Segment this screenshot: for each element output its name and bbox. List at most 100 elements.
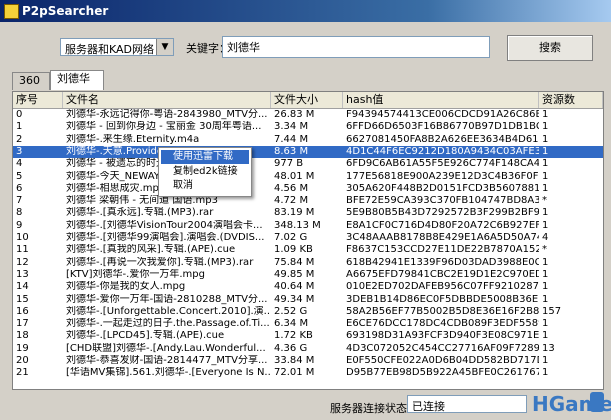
menu-item-copy-ed2k[interactable]: 复制ed2k链接 xyxy=(161,165,249,179)
cell-filesize: 72.01 M xyxy=(274,367,315,379)
cell-filesize: 1.09 KB xyxy=(274,244,313,256)
cell-filesize: 8.63 M xyxy=(274,145,309,157)
cell-filesize: 75.84 M xyxy=(274,256,315,268)
cell-filesize: 4.36 G xyxy=(274,342,308,354)
results-table[interactable]: 序号 文件名 文件大小 hash值 资源数 0 刘德华-永远记得你-粤语-2843… xyxy=(12,91,604,390)
table-row[interactable]: 9 刘德华-.[刘德华VisionTour2004演唱会卡... 348.13 M E… xyxy=(13,220,603,232)
tab-360[interactable]: 360 xyxy=(12,72,50,90)
cell-hash: 4D3C072052C454CC27716AF09F728945 xyxy=(346,342,539,354)
cell-sources: 4 xyxy=(542,232,549,243)
cell-hash: 693198D31A93FCF3D940F3E08C971E86 xyxy=(346,330,539,342)
cell-sources: 1 xyxy=(542,158,549,170)
cell-sources: 1 xyxy=(542,207,549,219)
table-row[interactable]: 21 [华语MV集锦].561.刘德华-.[Everyone Is N... 72.… xyxy=(13,367,603,379)
cell-hash: 305A620F448B2D0151FCD3B560788176 xyxy=(346,182,539,194)
cell-hash: 3DEB1B14D86EC0F5DBBDE5008B36EE80 xyxy=(346,293,539,305)
cell-index: 11 xyxy=(16,244,29,256)
cell-sources: 1 xyxy=(542,182,549,194)
cell-filesize: 4.56 M xyxy=(274,182,309,194)
network-select-value: 服务器和KAD网络 xyxy=(65,43,155,56)
watermark-mark-icon xyxy=(590,392,604,412)
table-row[interactable]: 20 刘德华-恭喜发财-国语-2814477_MTV分享... 33.84 M E0F… xyxy=(13,355,603,367)
table-row[interactable]: 5 刘德华-今天_NEWAY... 48.01 M 177E56818E900A239… xyxy=(13,171,603,183)
cell-filename: 刘德华-你是我的女人.mpg xyxy=(66,281,186,293)
cell-sources: 1 xyxy=(542,268,549,280)
header-filesize[interactable]: 文件大小 xyxy=(271,92,343,108)
cell-index: 18 xyxy=(16,330,29,342)
cell-sources: 1 xyxy=(542,281,549,293)
cell-sources: 1 xyxy=(542,256,549,268)
cell-sources: 1 xyxy=(542,170,549,182)
tab-liudehua[interactable]: 刘德华 xyxy=(50,70,104,90)
cell-index: 17 xyxy=(16,318,29,330)
cell-filesize: 4.72 M xyxy=(274,195,309,207)
context-menu: 使用迅雷下载 复制ed2k链接 取消 xyxy=(158,147,252,197)
table-row[interactable]: 19 [CHD联盟]刘德华-.[Andy.Lau.Wonderful... 4.36… xyxy=(13,343,603,355)
table-row[interactable]: 2 刘德华-.来生缘.Eternity.m4a 7.44 M 6627081450FA… xyxy=(13,134,603,146)
header-sources[interactable]: 资源数 xyxy=(539,92,603,108)
cell-sources: 1 xyxy=(542,330,549,342)
cell-index: 2 xyxy=(16,133,23,145)
cell-filename: 刘德华-永远记得你-粤语-2843980_MTV分... xyxy=(66,109,268,120)
app-icon xyxy=(4,4,19,19)
menu-item-cancel[interactable]: 取消 xyxy=(161,179,249,193)
table-row[interactable]: 1 刘德华 - 回到你身边 - 宝丽金 30周年粤语... 3.34 M 6FFD66… xyxy=(13,121,603,133)
cell-filename: 刘德华-.[Unforgettable.Concert.2010].演... xyxy=(66,305,271,317)
table-row[interactable]: 10 刘德华-.[刘德华99演唱会].演唱会.(DVDIS... 7.02 G 3C4… xyxy=(13,232,603,244)
cell-filesize: 348.13 M xyxy=(274,219,321,231)
header-filename[interactable]: 文件名 xyxy=(63,92,271,108)
cell-filesize: 3.34 M xyxy=(274,121,309,133)
window-title: P2pSearcher xyxy=(22,4,109,18)
cell-filename: 刘德华-.一起走过的日子.the.Passage.of.Ti... xyxy=(66,318,270,330)
cell-filesize: 33.84 M xyxy=(274,355,315,366)
table-row[interactable]: 7 刘德华 梁朝伟 - 无间道 国语.mp3 4.72 M BFE72E59CA393… xyxy=(13,195,603,207)
cell-index: 3 xyxy=(16,145,23,157)
keyword-input[interactable] xyxy=(222,36,490,58)
search-button[interactable]: 搜索 xyxy=(507,35,593,61)
network-select[interactable]: 服务器和KAD网络 ▼ xyxy=(60,38,174,56)
table-row[interactable]: 14 刘德华-你是我的女人.mpg 40.64 M 010E2ED702DAFEB95… xyxy=(13,281,603,293)
table-row[interactable]: 12 刘德华-.[再说一次我爱你].专辑.(MP3).rar 75.84 M 618B… xyxy=(13,257,603,269)
cell-sources: * xyxy=(542,195,547,207)
cell-hash: E0F550CFE022A0D6B04DD582BD717DDA xyxy=(346,355,539,366)
watermark-logo: HGame xyxy=(526,382,611,420)
cell-index: 6 xyxy=(16,182,23,194)
cell-index: 13 xyxy=(16,268,29,280)
cell-sources: 1 xyxy=(542,355,549,366)
cell-hash: F8637C153CCD27E11DE22B7870A152E7 xyxy=(346,244,539,256)
header-hash[interactable]: hash值 xyxy=(343,92,539,108)
cell-index: 16 xyxy=(16,305,29,317)
table-row[interactable]: 11 刘德华-.[真我的风采].专辑.(APE).cue 1.09 KB F8637C… xyxy=(13,244,603,256)
table-row[interactable]: 8 刘德华-.[真永远].专辑.(MP3).rar 83.19 M 5E9B80B5B… xyxy=(13,207,603,219)
table-row[interactable]: 17 刘德华-.一起走过的日子.the.Passage.of.Ti... 6.34 … xyxy=(13,318,603,330)
cell-sources: 1 xyxy=(542,133,549,145)
header-index[interactable]: 序号 xyxy=(13,92,63,108)
table-row[interactable]: 15 刘德华-爱你一万年-国语-2810288_MTV分... 49.34 M 3DE… xyxy=(13,294,603,306)
table-row[interactable]: 16 刘德华-.[Unforgettable.Concert.2010].演...… xyxy=(13,306,603,318)
cell-index: 20 xyxy=(16,355,29,366)
cell-hash: 6FFD66D6503F16B86770B97D1DB1BC5B xyxy=(346,121,539,133)
table-row[interactable]: 0 刘德华-永远记得你-粤语-2843980_MTV分... 26.83 M F943… xyxy=(13,109,603,121)
cell-filesize: 2.52 G xyxy=(274,305,308,317)
menu-item-thunder-download[interactable]: 使用迅雷下载 xyxy=(161,150,249,164)
table-row[interactable]: 18 刘德华-.[LPCD45].专辑.(APE).cue 1.72 KB 69319… xyxy=(13,330,603,342)
cell-sources: 157 xyxy=(542,305,562,317)
cell-filename: 刘德华-.来生缘.Eternity.m4a xyxy=(66,133,200,145)
table-row[interactable]: 13 [KTV]刘德华-.爱你一万年.mpg 49.85 M A6675EFD7984… xyxy=(13,269,603,281)
cell-hash: 618B42941E1339F96D03DAD3988E0CEB xyxy=(346,256,539,268)
table-row[interactable]: 3 刘德华-.天意.Provide... 8.63 M 4D1C44F6EC9212D… xyxy=(13,145,603,158)
cell-index: 15 xyxy=(16,293,29,305)
title-bar[interactable]: P2pSearcher xyxy=(0,0,611,22)
cell-sources: 1 xyxy=(542,367,549,379)
table-row[interactable]: 4 刘德华 - 被遗忘的时光... 977 B 6FD9C6AB61A55F5E926… xyxy=(13,158,603,170)
cell-hash: E6CE76DCC178DC4CDB089F3EDF5589BC xyxy=(346,318,539,330)
status-value: 已连接 xyxy=(407,395,527,413)
cell-filesize: 7.44 M xyxy=(274,133,309,145)
cell-hash: 5E9B80B5B43D7292572B3F299B2BF933 xyxy=(346,207,539,219)
cell-hash: 177E56818E900A239E12D3C4B36F0F54 xyxy=(346,170,539,182)
cell-filesize: 26.83 M xyxy=(274,109,315,120)
cell-filesize: 49.85 M xyxy=(274,268,315,280)
cell-hash: 4D1C44F6EC9212D180A9434C03AFE374 xyxy=(346,145,539,157)
table-row[interactable]: 6 刘德华-相思成灾.mp3 4.56 M 305A620F448B2D0151FCD… xyxy=(13,183,603,195)
chevron-down-icon[interactable]: ▼ xyxy=(156,39,173,55)
